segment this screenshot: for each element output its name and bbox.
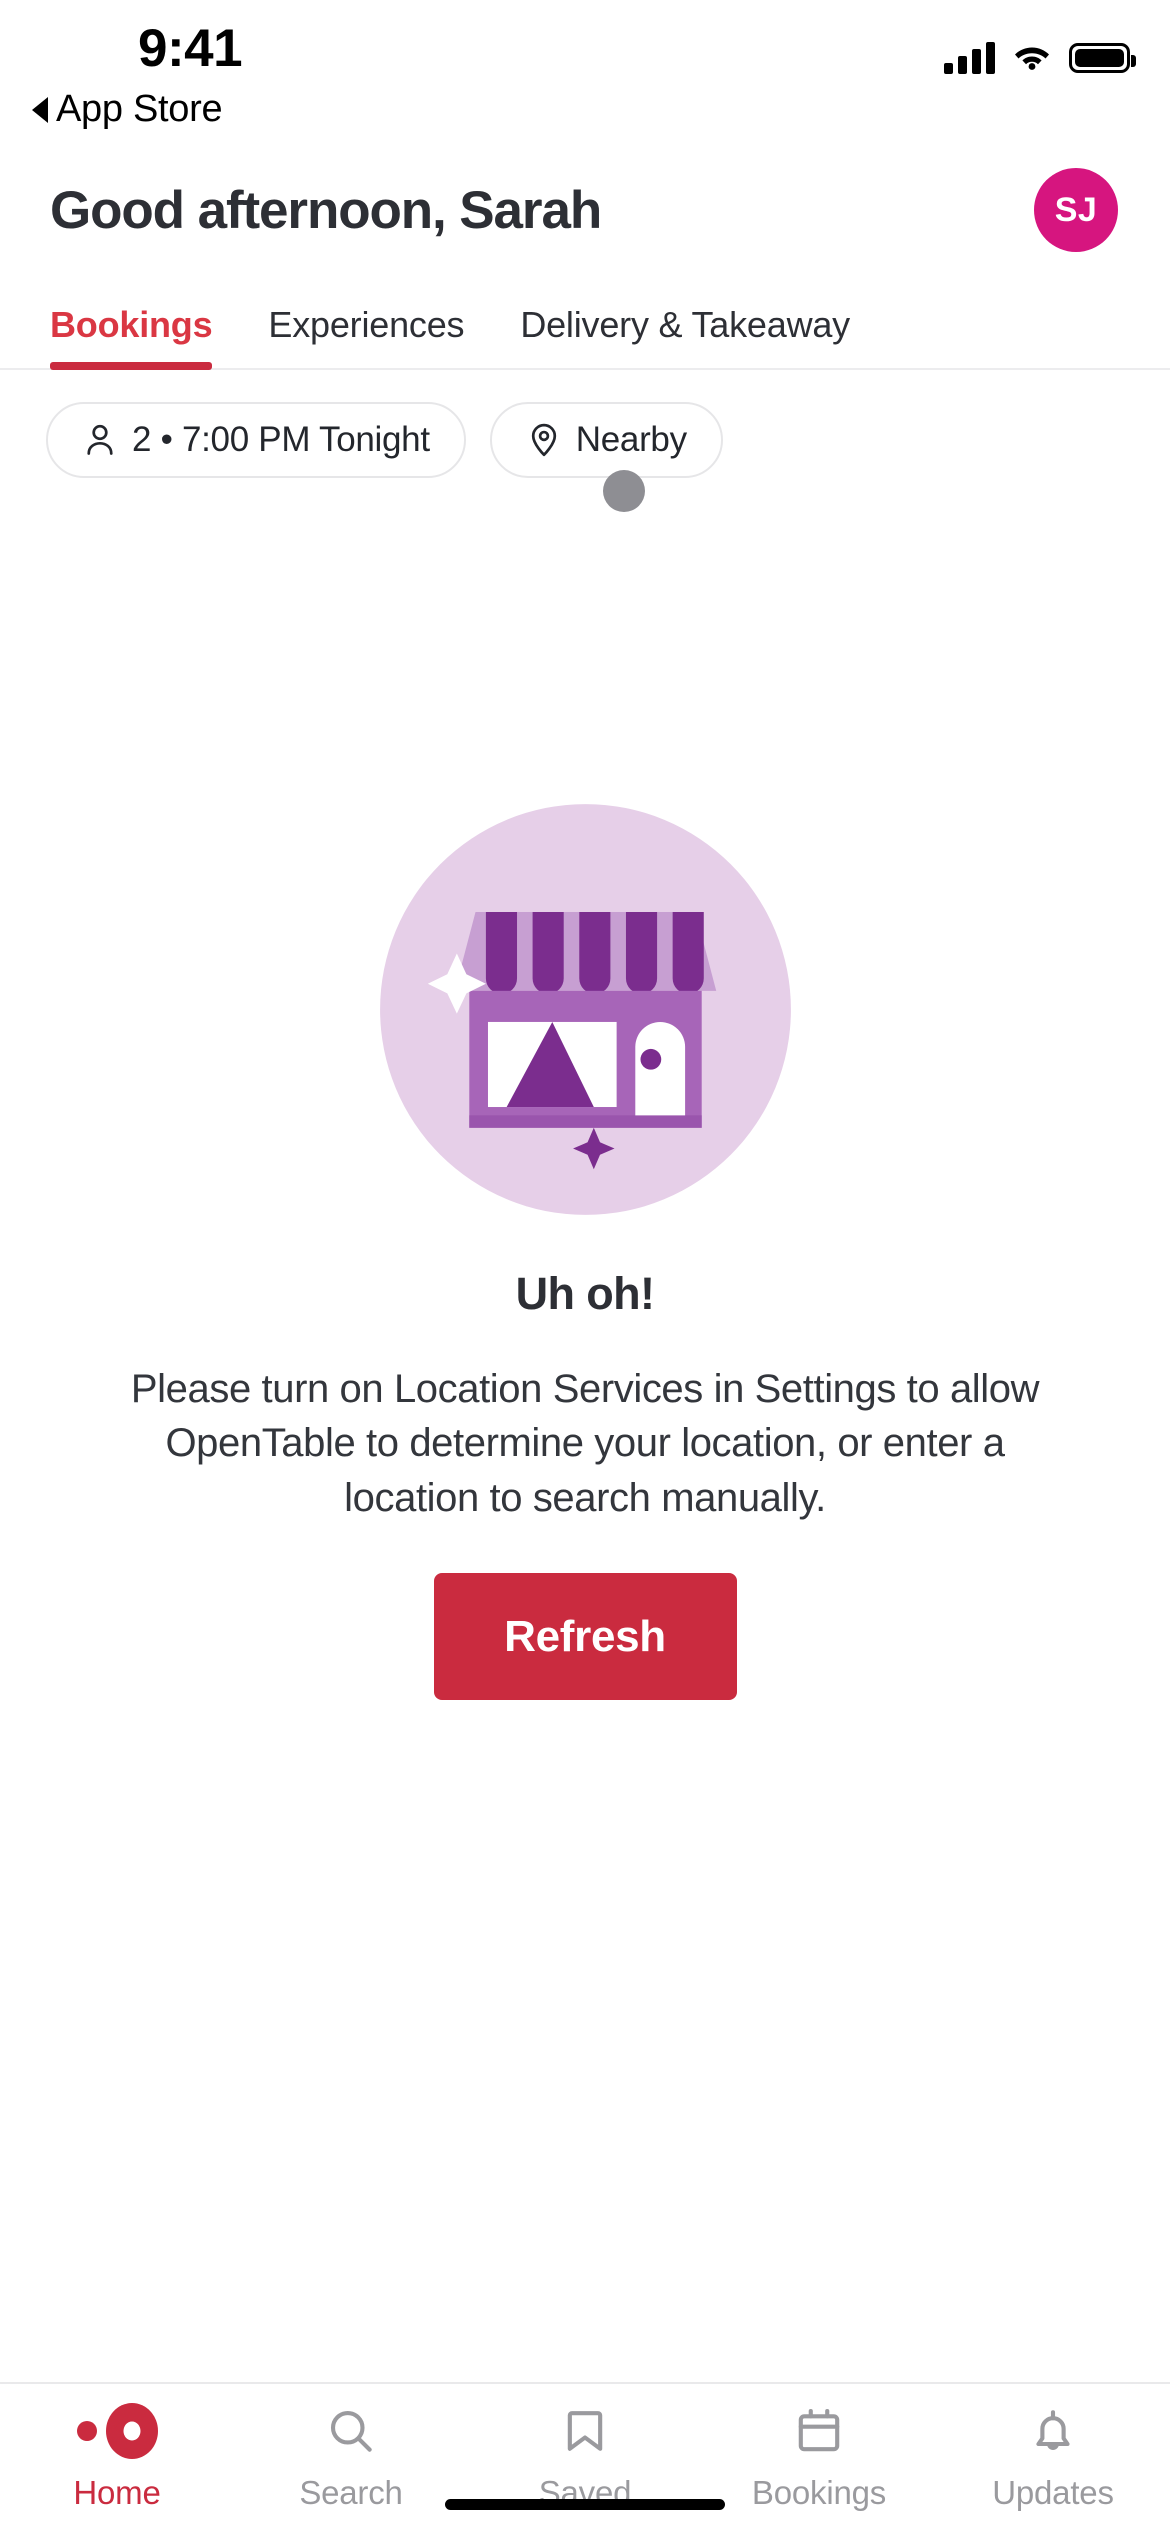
nav-item-search[interactable]: Search <box>234 2384 468 2532</box>
location-pin-icon <box>526 421 562 459</box>
tab-bookings[interactable]: Bookings <box>50 304 213 370</box>
nearby-location-chip[interactable]: Nearby <box>489 402 723 478</box>
status-bar-time: 9:41 <box>138 19 243 78</box>
back-label: App Store <box>56 88 223 130</box>
battery-icon <box>1069 42 1136 73</box>
page-header: Good afternoon, Sarah SJ <box>0 150 1170 270</box>
nav-label-bookings: Bookings <box>751 2474 887 2511</box>
party-size-time-chip[interactable]: 2 • 7:00 PM Tonight <box>46 402 466 478</box>
tab-experiences[interactable]: Experiences <box>268 304 464 368</box>
nav-item-bookings[interactable]: Bookings <box>702 2384 936 2532</box>
refresh-button[interactable]: Refresh <box>433 1573 737 1701</box>
search-icon <box>325 2404 377 2458</box>
nav-item-home[interactable]: Home <box>0 2384 234 2532</box>
app-screen: 9:41 App Store Good afternoon, Sarah SJ … <box>0 0 1170 2532</box>
avatar[interactable]: SJ <box>1034 168 1118 252</box>
nav-item-updates[interactable]: Updates <box>936 2384 1170 2532</box>
calendar-icon <box>793 2404 845 2458</box>
empty-state-container: Uh oh! Please turn on Location Services … <box>0 510 1170 2382</box>
empty-state-message: Please turn on Location Services in Sett… <box>130 1367 1040 1520</box>
home-indicator[interactable] <box>445 2499 725 2510</box>
nav-label-search: Search <box>299 2474 403 2511</box>
wifi-icon <box>1012 40 1052 75</box>
empty-state-title: Uh oh! <box>515 1268 655 1319</box>
nav-label-home: Home <box>73 2474 161 2511</box>
bell-icon <box>1027 2404 1079 2458</box>
status-bar: 9:41 App Store <box>0 0 1170 150</box>
nav-label-updates: Updates <box>992 2474 1114 2511</box>
page-title: Good afternoon, Sarah <box>50 180 602 240</box>
tab-delivery-takeaway[interactable]: Delivery & Takeaway <box>520 304 850 368</box>
bookmark-icon <box>559 2404 611 2458</box>
top-tab-bar: Bookings Experiences Delivery & Takeaway <box>0 270 1170 370</box>
touch-cursor-dot <box>603 470 645 512</box>
storefront-illustration <box>378 802 793 1222</box>
filter-chip-row: 2 • 7:00 PM Tonight Nearby <box>0 370 1170 512</box>
nearby-location-label: Nearby <box>575 420 687 459</box>
person-icon <box>82 421 118 459</box>
back-caret-icon <box>32 96 48 123</box>
back-to-app-store-button[interactable]: App Store <box>32 88 223 131</box>
opentable-logo-icon <box>76 2403 158 2459</box>
status-bar-indicators <box>944 40 1136 75</box>
cellular-signal-icon <box>944 41 995 74</box>
party-size-time-label: 2 • 7:00 PM Tonight <box>132 420 430 459</box>
